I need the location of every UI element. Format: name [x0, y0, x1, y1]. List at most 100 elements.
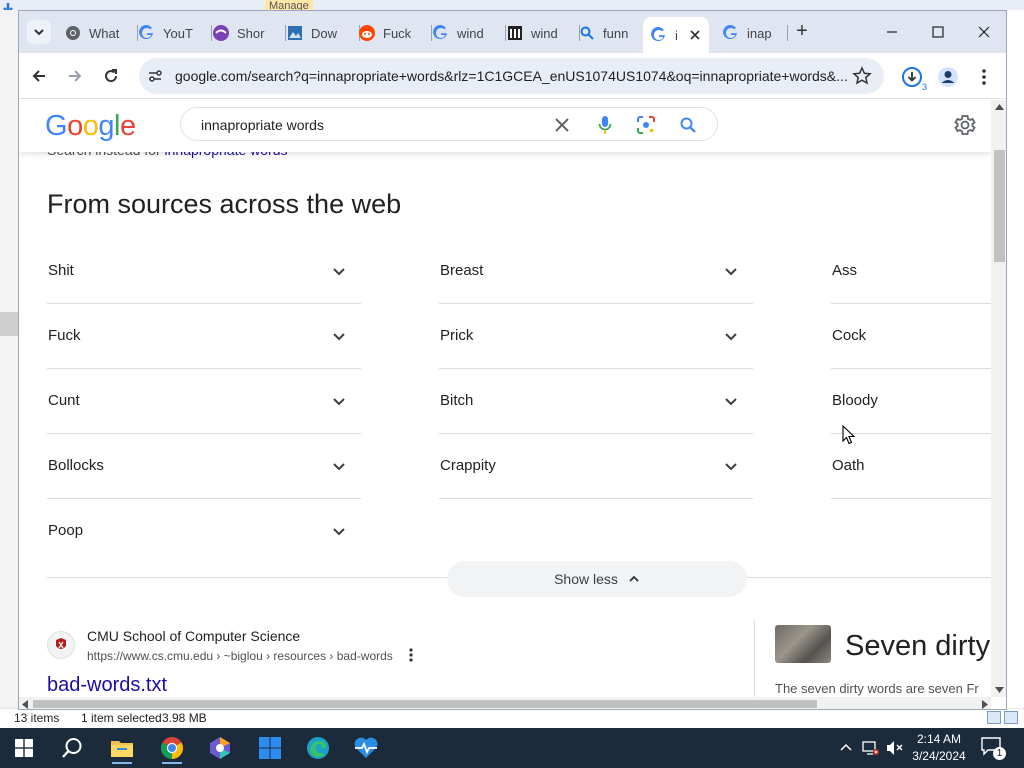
scroll-right-arrow-icon[interactable] — [982, 700, 988, 709]
horizontal-scroll-thumb[interactable] — [33, 700, 817, 708]
knowledge-panel-divider — [754, 620, 755, 697]
clock-time: 2:14 AM — [916, 732, 962, 746]
google-icon — [651, 27, 667, 43]
scroll-up-arrow-icon[interactable] — [995, 104, 1004, 110]
taskbar-health-app[interactable] — [346, 732, 386, 764]
forward-arrow-icon — [69, 70, 82, 82]
close-window-button[interactable] — [961, 19, 1006, 45]
taskbar-search-button[interactable] — [52, 732, 92, 764]
word-label: Poop — [48, 522, 84, 539]
profile-button[interactable] — [935, 64, 961, 90]
close-icon — [978, 26, 990, 38]
lens-search-button[interactable] — [635, 114, 657, 136]
tab-3[interactable]: Shor — [213, 17, 286, 49]
maximize-button[interactable] — [915, 19, 961, 45]
tab-label: wind — [531, 25, 558, 41]
knowledge-panel-image[interactable] — [775, 625, 831, 663]
word-row-breast[interactable]: Breast — [439, 239, 753, 304]
url-text[interactable]: google.com/search?q=innapropriate+words&… — [175, 68, 855, 84]
section-title: From sources across the web — [47, 189, 402, 219]
forward-button[interactable] — [63, 64, 87, 88]
scroll-left-arrow-icon[interactable] — [22, 700, 28, 709]
volume-muted-icon[interactable] — [886, 740, 904, 756]
address-bar[interactable]: google.com/search?q=innapropriate+words&… — [139, 58, 884, 94]
reload-button[interactable] — [99, 64, 123, 88]
start-button[interactable] — [4, 732, 44, 764]
word-row-cunt[interactable]: Cunt — [47, 369, 361, 434]
taskbar-app-shield[interactable] — [200, 732, 240, 764]
taskbar-file-explorer[interactable] — [102, 732, 142, 764]
tab-10[interactable]: inap — [723, 17, 788, 49]
cmu-favicon-icon — [47, 631, 75, 659]
word-row-ass[interactable]: Ass — [831, 239, 991, 304]
result-breadcrumb[interactable]: https://www.cs.cmu.edu › ~biglou › resou… — [87, 649, 393, 663]
google-icon — [433, 25, 449, 41]
word-row-crappity[interactable]: Crappity — [439, 434, 753, 499]
word-label: Shit — [48, 262, 74, 279]
show-hidden-icons-chevron-icon[interactable] — [840, 743, 852, 751]
tab-search-button[interactable] — [27, 20, 51, 44]
taskbar-chrome[interactable] — [152, 732, 192, 764]
site-info-icon[interactable] — [147, 68, 163, 84]
tab-label: YouT — [163, 25, 193, 41]
taskbar-microsoft-store[interactable] — [250, 732, 290, 764]
details-view-icon[interactable] — [987, 711, 1001, 724]
clear-search-button[interactable] — [551, 114, 573, 136]
word-row-cock[interactable]: Cock — [831, 304, 991, 369]
google-logo[interactable]: Google — [45, 110, 136, 143]
word-row-bollocks[interactable]: Bollocks — [47, 434, 361, 499]
horizontal-scrollbar[interactable] — [19, 697, 991, 709]
tab-4[interactable]: Dow — [287, 17, 360, 49]
back-button[interactable] — [27, 64, 51, 88]
word-row-poop[interactable]: Poop — [47, 499, 361, 564]
heart-pulse-icon — [354, 737, 378, 758]
scroll-down-arrow-icon[interactable] — [995, 687, 1004, 693]
google-header: Google innapropriate words — [19, 100, 991, 152]
tab-1[interactable]: What — [65, 17, 138, 49]
close-icon[interactable] — [690, 30, 700, 40]
chevron-down-icon — [333, 463, 345, 471]
tab-6[interactable]: wind — [433, 17, 506, 49]
tab-7[interactable]: wind — [507, 17, 580, 49]
vertical-scroll-thumb[interactable] — [994, 150, 1005, 262]
taskbar-edge[interactable] — [298, 732, 338, 764]
bookmark-star-icon[interactable] — [852, 66, 872, 86]
windows-logo-icon — [15, 739, 33, 757]
tab-8[interactable]: funn — [579, 17, 651, 49]
knowledge-panel-title[interactable]: Seven dirty — [845, 630, 990, 663]
vertical-scrollbar[interactable] — [991, 100, 1006, 697]
manage-tab[interactable]: Manage — [265, 0, 313, 10]
large-icons-view-icon[interactable] — [1004, 711, 1018, 724]
taskbar-clock[interactable]: 2:14 AM 3/24/2024 — [905, 731, 973, 765]
result-site-name[interactable]: CMU School of Computer Science — [87, 628, 300, 644]
word-row-bitch[interactable]: Bitch — [439, 369, 753, 434]
word-row-shit[interactable]: Shit — [47, 239, 361, 304]
tab-2[interactable]: YouT — [139, 17, 212, 49]
word-row-fuck[interactable]: Fuck — [47, 304, 361, 369]
tab-label: wind — [457, 25, 484, 41]
tab-9-active[interactable]: i — [643, 17, 709, 53]
search-query-text[interactable]: innapropriate words — [201, 117, 324, 133]
word-row-prick[interactable]: Prick — [439, 304, 753, 369]
view-toggle — [987, 711, 1018, 724]
microphone-icon — [598, 116, 612, 134]
downloads-count: 3 — [921, 82, 927, 92]
search-submit-button[interactable] — [677, 114, 699, 136]
google-icon — [139, 25, 155, 41]
explorer-nav-selected — [0, 312, 18, 336]
network-icon[interactable] — [862, 740, 880, 756]
minimize-button[interactable] — [869, 19, 915, 45]
tab-5[interactable]: Fuck — [359, 17, 432, 49]
settings-gear-icon[interactable] — [953, 113, 977, 137]
voice-search-button[interactable] — [594, 114, 616, 136]
result-title-link[interactable]: bad-words.txt — [47, 674, 167, 697]
google-search-box[interactable]: innapropriate words — [180, 107, 718, 141]
downloads-button[interactable]: 3 — [899, 64, 927, 92]
new-tab-button[interactable]: + — [791, 21, 813, 43]
notification-center-button[interactable]: 1 — [980, 736, 1006, 760]
minimize-icon — [887, 31, 897, 33]
word-label: Bitch — [440, 392, 474, 409]
more-options-icon[interactable] — [403, 647, 419, 663]
show-less-button[interactable]: Show less — [447, 561, 747, 597]
chrome-menu-button[interactable] — [971, 64, 997, 90]
